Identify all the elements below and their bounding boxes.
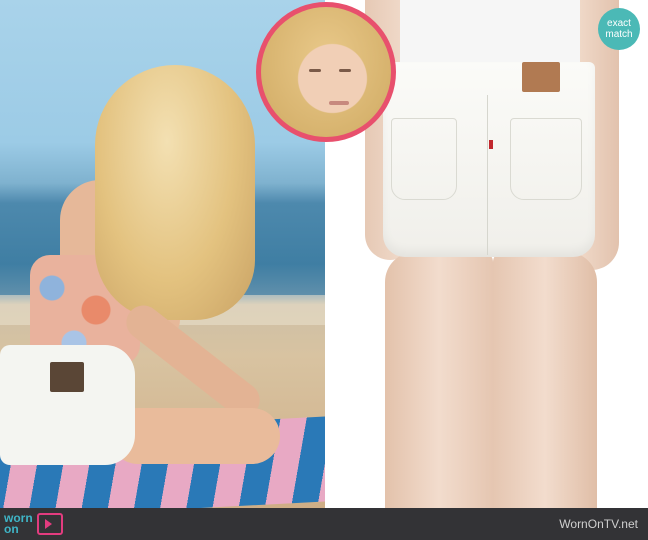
red-tab [489,140,493,149]
center-seam [487,95,488,255]
badge-line-2: match [605,29,633,40]
brown-leather-patch [50,362,84,392]
white-shirt [400,0,580,71]
model-right-leg [493,252,597,508]
logo-wordmark: worn on [4,512,33,536]
badge-line-1: exact [607,18,631,29]
leather-label-patch [522,62,560,92]
back-pocket-left [391,118,457,200]
logo-line-2: on [4,522,19,536]
model-left-leg [385,252,493,508]
eye-left [309,69,321,72]
smile [329,101,349,105]
eye-right [339,69,351,72]
blonde-hair [95,65,255,320]
character-face-inset [256,2,396,142]
site-name[interactable]: WornOnTV.net [559,517,638,531]
wornontv-logo[interactable]: worn on [4,508,63,540]
back-pocket-right [510,118,582,200]
footer-bar: worn on WornOnTV.net [0,508,648,540]
tv-icon [36,513,63,535]
exact-match-badge: exact match [598,8,640,50]
woman-leg [110,408,280,464]
